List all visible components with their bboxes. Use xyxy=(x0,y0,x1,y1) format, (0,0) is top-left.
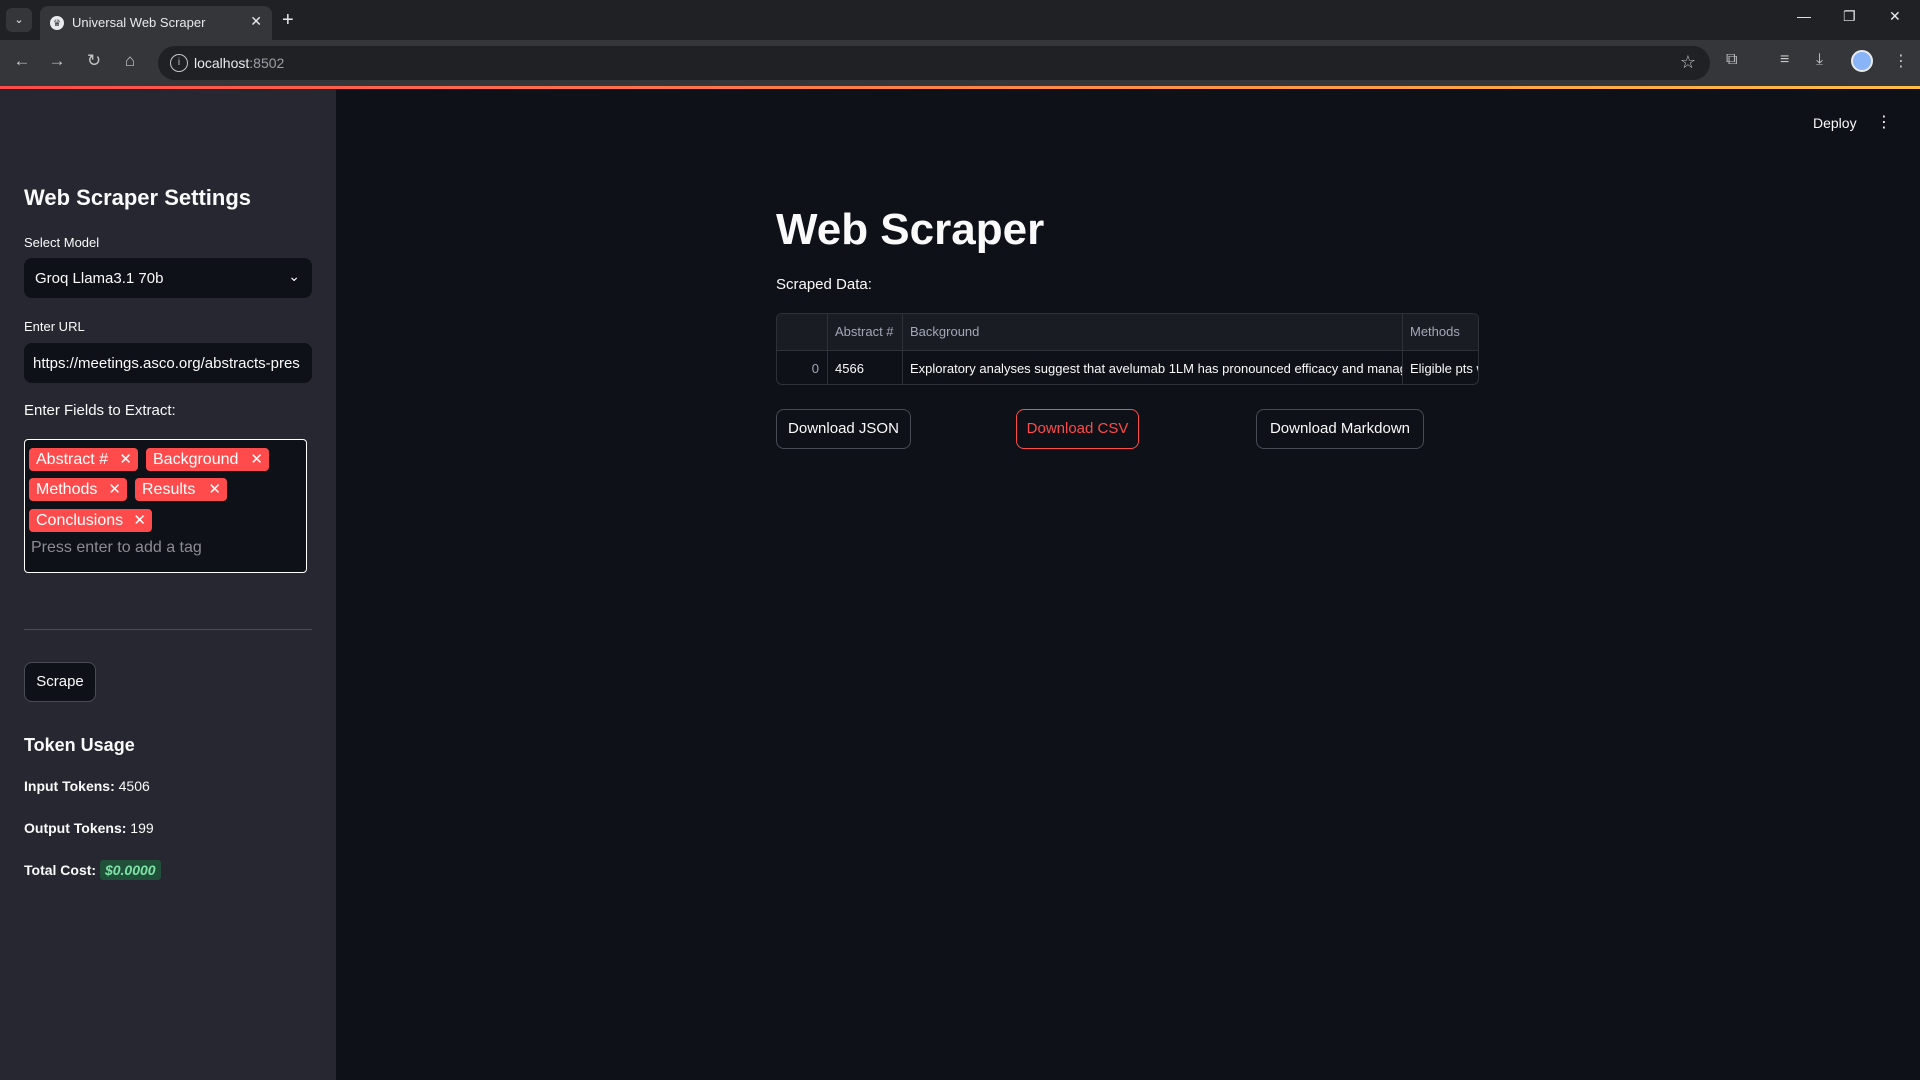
sidebar: Web Scraper Settings Select Model Groq L… xyxy=(0,89,336,1080)
data-table[interactable]: Abstract # Background Methods 0 4566 Exp… xyxy=(776,313,1479,385)
streamlit-favicon-icon: ♛ xyxy=(50,16,64,30)
remove-tag-icon[interactable]: ✕ xyxy=(208,478,221,501)
table-cell-background[interactable]: Exploratory analyses suggest that avelum… xyxy=(903,350,1403,384)
app-menu-icon[interactable]: ⋮ xyxy=(1876,112,1892,132)
forward-icon[interactable]: → xyxy=(46,51,68,71)
table-header-abstract[interactable]: Abstract # xyxy=(828,314,903,350)
sidebar-title: Web Scraper Settings xyxy=(24,185,251,210)
profile-avatar[interactable] xyxy=(1851,50,1873,72)
tag-abstract[interactable]: Abstract # ✕ xyxy=(29,448,138,471)
tag-label: Abstract # xyxy=(36,451,109,468)
tag-label: Results xyxy=(142,481,196,498)
scraped-data-label: Scraped Data: xyxy=(776,276,872,293)
minimize-icon[interactable]: — xyxy=(1797,8,1811,24)
reload-icon[interactable]: ↻ xyxy=(83,51,105,71)
total-cost-badge: $0.0000 xyxy=(99,860,161,880)
model-select[interactable]: Groq Llama3.1 70b ⌄ xyxy=(24,258,312,298)
total-cost-stat: Total Cost: $0.0000 xyxy=(24,860,161,880)
download-icon[interactable]: ⤓ xyxy=(1816,51,1823,69)
download-markdown-button[interactable]: Download Markdown xyxy=(1256,409,1424,449)
browser-toolbar: ← → ↻ ⌂ i localhost:8502 ☆ ⧉ ≡ ⤓ ⋮ xyxy=(0,40,1920,86)
tag-background[interactable]: Background ✕ xyxy=(146,448,269,471)
table-cell-abstract[interactable]: 4566 xyxy=(828,350,903,384)
model-label: Select Model xyxy=(24,235,100,250)
media-control-icon[interactable]: ≡ xyxy=(1780,51,1789,69)
output-tokens-stat: Output Tokens: 199 xyxy=(24,820,154,836)
fields-label: Enter Fields to Extract: xyxy=(24,402,176,419)
address-bar[interactable]: i localhost:8502 ☆ xyxy=(158,46,1710,80)
back-icon[interactable]: ← xyxy=(11,51,33,71)
tag-methods[interactable]: Methods ✕ xyxy=(29,478,127,501)
url-label: Enter URL xyxy=(24,319,85,334)
tag-input-box[interactable]: Abstract # ✕ Background ✕ Methods ✕ Results… xyxy=(24,439,307,573)
bookmark-star-icon[interactable]: ☆ xyxy=(1680,52,1696,73)
home-icon[interactable]: ⌂ xyxy=(119,51,141,71)
table-cell-index[interactable]: 0 xyxy=(777,350,828,384)
tab-search-button[interactable]: ⌄ xyxy=(6,8,32,32)
tag-results[interactable]: Results ✕ xyxy=(135,478,227,501)
restore-icon[interactable]: ❐ xyxy=(1843,8,1856,25)
table-cell-methods[interactable]: Eligible pts w xyxy=(1403,350,1478,384)
chevron-down-icon: ⌄ xyxy=(288,268,300,284)
input-tokens-stat: Input Tokens: 4506 xyxy=(24,778,150,794)
table-header-background[interactable]: Background xyxy=(903,314,1403,350)
url-input-value: https://meetings.asco.org/abstracts-pres xyxy=(33,355,300,372)
tab-title: Universal Web Scraper xyxy=(72,15,206,30)
tag-label: Methods xyxy=(36,481,98,498)
tag-input-placeholder[interactable]: Press enter to add a tag xyxy=(31,539,202,557)
url-input[interactable]: https://meetings.asco.org/abstracts-pres xyxy=(24,343,312,383)
model-select-value: Groq Llama3.1 70b xyxy=(35,270,164,287)
download-csv-button[interactable]: Download CSV xyxy=(1016,409,1139,449)
remove-tag-icon[interactable]: ✕ xyxy=(108,478,121,501)
tag-label: Conclusions xyxy=(36,512,124,529)
tag-conclusions[interactable]: Conclusions ✕ xyxy=(29,509,152,532)
url-text[interactable]: localhost:8502 xyxy=(194,55,284,71)
tag-label: Background xyxy=(153,451,239,468)
close-window-icon[interactable]: ✕ xyxy=(1889,8,1901,25)
table-header-methods[interactable]: Methods xyxy=(1403,314,1478,350)
page-title: Web Scraper xyxy=(776,205,1045,254)
remove-tag-icon[interactable]: ✕ xyxy=(119,448,132,471)
new-tab-button[interactable]: + xyxy=(282,8,294,32)
extensions-icon[interactable]: ⧉ xyxy=(1726,51,1737,69)
table-header-index[interactable] xyxy=(777,314,828,350)
browser-menu-icon[interactable]: ⋮ xyxy=(1893,51,1909,71)
tab-close-icon[interactable]: ✕ xyxy=(250,13,262,30)
download-json-button[interactable]: Download JSON xyxy=(776,409,911,449)
sidebar-divider xyxy=(24,629,312,630)
site-info-icon[interactable]: i xyxy=(170,54,188,72)
scrape-button[interactable]: Scrape xyxy=(24,662,96,702)
token-usage-title: Token Usage xyxy=(24,735,135,755)
deploy-button[interactable]: Deploy xyxy=(1813,115,1857,131)
browser-tab[interactable]: ♛ Universal Web Scraper ✕ xyxy=(40,6,272,40)
remove-tag-icon[interactable]: ✕ xyxy=(250,448,263,471)
browser-tab-bar: ⌄ ♛ Universal Web Scraper ✕ + — ❐ ✕ xyxy=(0,0,1920,40)
remove-tag-icon[interactable]: ✕ xyxy=(133,509,146,532)
